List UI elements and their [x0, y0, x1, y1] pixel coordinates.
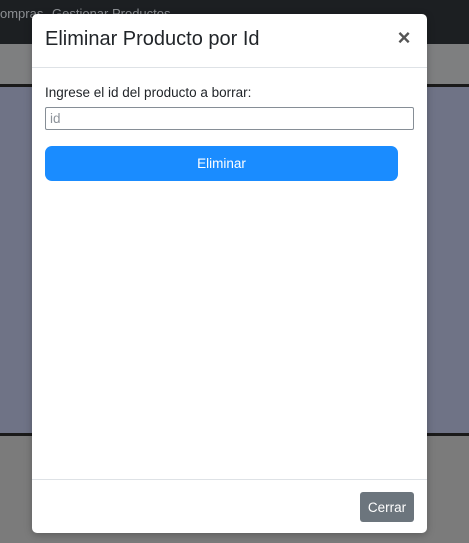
close-icon[interactable]: × — [393, 26, 415, 50]
modal-footer: Cerrar — [32, 479, 427, 533]
modal-header: Eliminar Producto por Id × — [32, 14, 427, 68]
delete-product-modal: Eliminar Producto por Id × Ingrese el id… — [32, 14, 427, 533]
product-id-input[interactable] — [45, 107, 414, 130]
product-id-label: Ingrese el id del producto a borrar: — [45, 85, 252, 100]
page: ompras Gestionar Productos Eliminar Prod… — [0, 0, 469, 543]
delete-button[interactable]: Eliminar — [45, 146, 398, 181]
close-button[interactable]: Cerrar — [360, 492, 414, 522]
modal-body: Ingrese el id del producto a borrar: Eli… — [32, 68, 427, 479]
modal-title: Eliminar Producto por Id — [45, 28, 260, 50]
